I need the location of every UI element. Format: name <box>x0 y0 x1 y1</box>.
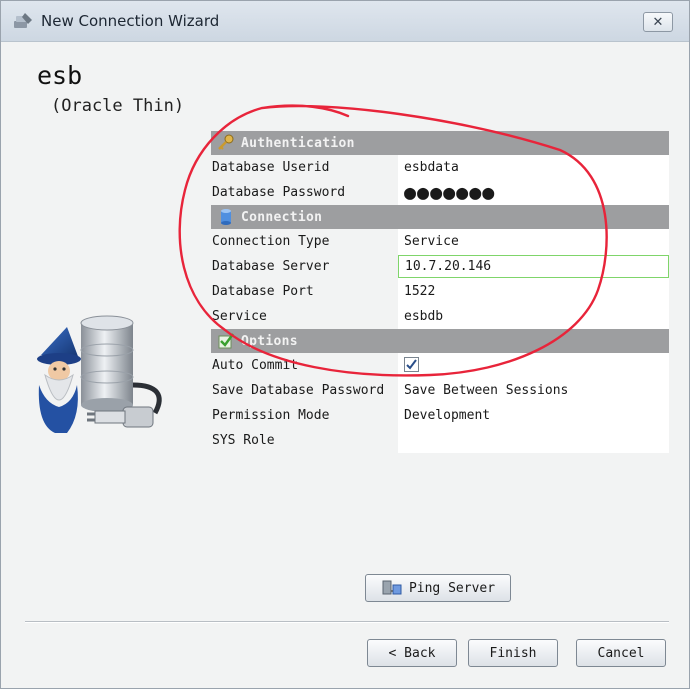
section-authentication: Authentication <box>211 131 669 155</box>
finish-label: Finish <box>489 645 537 661</box>
ping-server-button[interactable]: Ping Server <box>365 574 511 602</box>
property-row-auto-commit: Auto Commit <box>211 353 669 378</box>
property-row-sys-role: SYS Role <box>211 428 669 453</box>
property-row-connection-type: Connection Type Service <box>211 229 669 254</box>
connection-name: esb <box>37 61 83 90</box>
sys-role-value[interactable] <box>398 428 669 453</box>
permission-mode-label: Permission Mode <box>211 403 398 428</box>
properties-panel: Authentication Database Userid esbdata D… <box>211 131 669 453</box>
wizard-app-icon <box>14 13 32 28</box>
close-icon: ✕ <box>652 14 664 30</box>
section-authentication-label: Authentication <box>241 135 355 151</box>
property-row-port: Database Port 1522 <box>211 279 669 304</box>
property-row-permission-mode: Permission Mode Development <box>211 403 669 428</box>
window-title: New Connection Wizard <box>41 12 220 30</box>
driver-type: (Oracle Thin) <box>51 96 185 116</box>
property-row-service: Service esbdb <box>211 304 669 329</box>
property-row-password: Database Password ●●●●●●● <box>211 180 669 205</box>
server-label: Database Server <box>211 254 398 279</box>
connection-type-label: Connection Type <box>211 229 398 254</box>
cancel-button[interactable]: Cancel <box>576 639 666 667</box>
server-input[interactable]: 10.7.20.146 <box>398 255 669 278</box>
property-row-userid: Database Userid esbdata <box>211 155 669 180</box>
close-button[interactable]: ✕ <box>643 12 673 32</box>
save-password-label: Save Database Password <box>211 378 398 403</box>
section-options: Options <box>211 329 669 353</box>
sys-role-label: SYS Role <box>211 428 398 453</box>
ping-server-label: Ping Server <box>408 580 496 596</box>
auto-commit-checkbox[interactable] <box>404 357 419 372</box>
back-label: < Back <box>388 645 436 661</box>
password-value[interactable]: ●●●●●●● <box>398 180 669 205</box>
section-connection: Connection <box>211 205 669 229</box>
service-label: Service <box>211 304 398 329</box>
service-value[interactable]: esbdb <box>398 304 669 329</box>
property-row-server: Database Server 10.7.20.146 <box>211 254 669 279</box>
key-icon <box>218 134 234 150</box>
auto-commit-label: Auto Commit <box>211 353 398 378</box>
cancel-label: Cancel <box>597 645 645 661</box>
password-label: Database Password <box>211 180 398 205</box>
auto-commit-cell <box>398 353 669 378</box>
userid-value[interactable]: esbdata <box>398 155 669 180</box>
section-connection-label: Connection <box>241 209 323 225</box>
property-row-save-password: Save Database Password Save Between Sess… <box>211 378 669 403</box>
connection-type-value[interactable]: Service <box>398 229 669 254</box>
wizard-database-illustration <box>37 315 162 433</box>
port-value[interactable]: 1522 <box>398 279 669 304</box>
port-label: Database Port <box>211 279 398 304</box>
check-icon <box>218 333 235 349</box>
permission-mode-value[interactable]: Development <box>398 403 669 428</box>
server-icon <box>382 580 402 595</box>
back-button[interactable]: < Back <box>367 639 457 667</box>
title-bar: New Connection Wizard ✕ <box>1 1 689 42</box>
userid-label: Database Userid <box>211 155 398 180</box>
checkmark-icon <box>406 359 417 370</box>
finish-button[interactable]: Finish <box>468 639 558 667</box>
section-options-label: Options <box>241 333 298 349</box>
database-icon <box>221 209 231 225</box>
footer-divider-highlight <box>25 622 669 623</box>
wizard-window: New Connection Wizard ✕ esb (Oracle Thin… <box>0 0 690 689</box>
save-password-value[interactable]: Save Between Sessions <box>398 378 669 403</box>
